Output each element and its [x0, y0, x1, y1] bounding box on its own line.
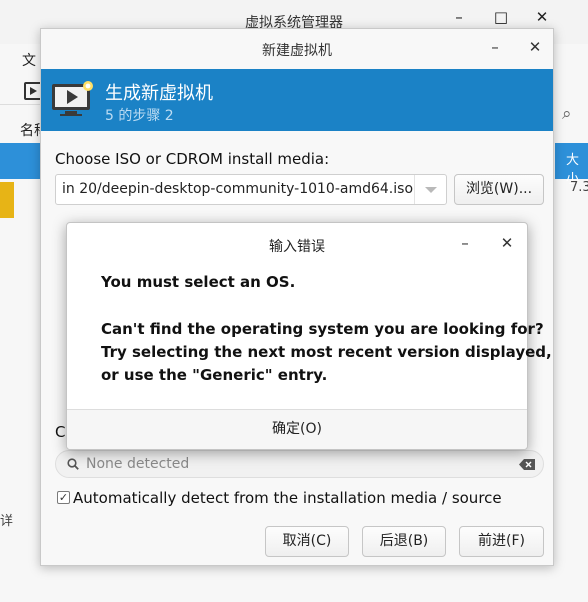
error-secondary-line: or use the "Generic" entry. — [101, 366, 328, 384]
auto-detect-checkbox[interactable]: ✓ — [57, 491, 70, 504]
error-secondary-message: Can't find the operating system you are … — [101, 318, 552, 387]
error-close-button[interactable]: ✕ — [497, 234, 517, 252]
iso-label: Choose ISO or CDROM install media: — [55, 150, 330, 168]
menu-file[interactable]: 文 — [22, 50, 36, 70]
dialog-close-button[interactable]: ✕ — [525, 38, 545, 56]
search-icon — [67, 458, 79, 470]
search-icon[interactable]: ⌕ — [562, 104, 572, 124]
error-primary-message: You must select an OS. — [101, 273, 296, 291]
vm-size-value: 7.3 — [570, 180, 588, 195]
toolbar-divider — [0, 104, 40, 105]
dialog-title: 新建虚拟机 — [262, 43, 332, 59]
error-secondary-line: Try selecting the next most recent versi… — [101, 343, 552, 361]
iso-path-input[interactable]: in 20/deepin-desktop-community-1010-amd6… — [62, 181, 414, 197]
os-search-placeholder: None detected — [86, 456, 190, 472]
chevron-down-icon[interactable] — [414, 175, 446, 204]
cancel-button[interactable]: 取消(C) — [265, 526, 349, 557]
os-label: C — [55, 423, 66, 441]
os-search-input[interactable]: None detected — [55, 450, 544, 478]
auto-detect-label[interactable]: Automatically detect from the installati… — [73, 489, 502, 507]
browse-button[interactable]: 浏览(W)... — [454, 174, 544, 205]
vm-status-icon — [0, 182, 14, 218]
forward-button[interactable]: 前进(F) — [459, 526, 544, 557]
wizard-title: 生成新虚拟机 — [105, 83, 213, 104]
main-minimize-button[interactable]: – — [449, 8, 469, 26]
clear-icon[interactable] — [519, 459, 535, 470]
iso-path-combobox[interactable]: in 20/deepin-desktop-community-1010-amd6… — [55, 174, 447, 205]
dialog-titlebar: 新建虚拟机 – ✕ — [41, 29, 553, 69]
vm-list-selected-row[interactable] — [0, 143, 40, 179]
main-close-button[interactable]: ✕ — [532, 8, 552, 26]
ok-button[interactable]: 确定(O) — [67, 410, 527, 449]
new-vm-icon — [52, 81, 93, 116]
wizard-step: 5 的步骤 2 — [105, 108, 174, 124]
dialog-minimize-button[interactable]: – — [485, 38, 505, 56]
error-minimize-button[interactable]: – — [455, 234, 475, 252]
error-dialog: 输入错误 – ✕ You must select an OS. Can't fi… — [66, 222, 552, 450]
main-maximize-button[interactable]: □ — [491, 8, 511, 26]
back-button[interactable]: 后退(B) — [362, 526, 446, 557]
wizard-header: 生成新虚拟机 5 的步骤 2 — [41, 69, 553, 131]
error-secondary-line: Can't find the operating system you are … — [101, 320, 544, 338]
details-label: 详 — [0, 514, 14, 529]
